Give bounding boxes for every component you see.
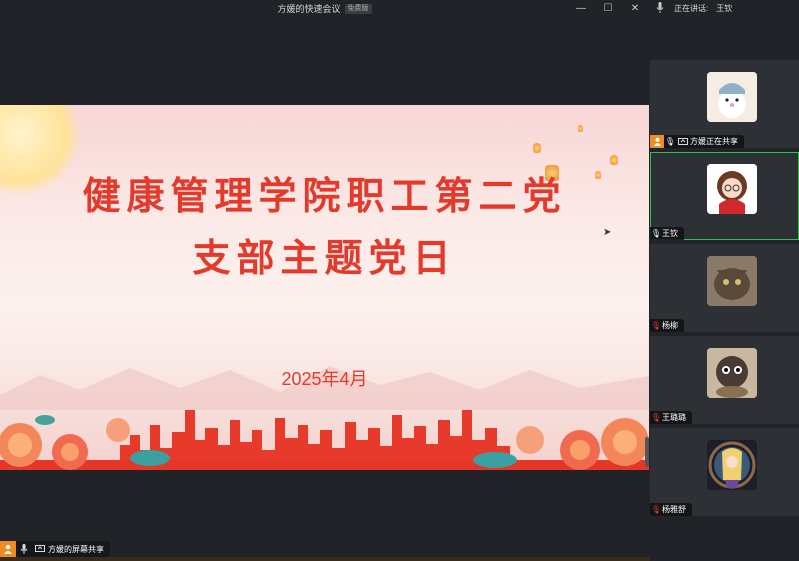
screen-share-label-text: 方媛的屏幕共享 xyxy=(48,544,104,554)
minimize-icon[interactable]: — xyxy=(570,0,592,17)
window-title: 方媛的快速会议 xyxy=(277,4,341,14)
participant-name: 王璐璐 xyxy=(662,413,686,422)
person-icon xyxy=(0,541,16,557)
speaking-indicator: 正在讲话: 王钦 xyxy=(650,0,799,17)
slide-date: 2025年4月 xyxy=(281,369,368,389)
lantern-icon xyxy=(533,143,541,153)
participant-nametag: 🎙 方媛正在共享 xyxy=(650,135,744,148)
peony-flowers-right xyxy=(473,418,649,470)
avatar xyxy=(707,348,757,398)
participant-tile-active[interactable]: 🎙 王钦 xyxy=(650,152,799,240)
microphone-muted-icon: 🎙 xyxy=(650,505,662,514)
avatar xyxy=(707,256,757,306)
microphone-icon xyxy=(656,2,664,15)
scrollbar-handle[interactable] xyxy=(645,437,649,467)
participant-name: 方媛正在共享 xyxy=(690,137,738,146)
participant-tile[interactable]: 🎙 方媛正在共享 xyxy=(650,60,799,148)
participant-name: 王钦 xyxy=(662,229,678,238)
participant-tile[interactable]: 🎙 杨柳 xyxy=(650,244,799,332)
presentation-slide: 健康管理学院职工第二党 支部主题党日 2025年4月 ➤ xyxy=(0,105,649,470)
participant-name: 杨雅舒 xyxy=(662,505,686,514)
avatar xyxy=(707,72,757,122)
participant-tile[interactable]: 🎙 杨雅舒 xyxy=(650,428,799,516)
mouse-cursor-icon: ➤ xyxy=(603,227,612,238)
microphone-icon xyxy=(16,541,32,557)
screen-share-label: 方媛的屏幕共享 xyxy=(0,541,110,557)
participant-tile[interactable]: 🎙 王璐璐 xyxy=(650,336,799,424)
avatar xyxy=(707,440,757,490)
lantern-icon xyxy=(578,125,583,132)
participant-nametag: 🎙 杨柳 xyxy=(650,319,684,332)
shared-screen-stage: 健康管理学院职工第二党 支部主题党日 2025年4月 ➤ xyxy=(0,17,649,559)
screen-share-icon xyxy=(676,135,690,148)
microphone-muted-icon: 🎙 xyxy=(650,413,662,422)
microphone-icon: 🎙 xyxy=(664,137,676,146)
speaking-name: 王钦 xyxy=(716,4,733,13)
slide-title-line2: 支部主题党日 xyxy=(192,235,457,280)
screen-share-icon xyxy=(32,541,48,557)
microphone-icon: 🎙 xyxy=(650,229,662,238)
participant-sidebar: 正在讲话: 王钦 🎙 方媛正在共享 🎙 王钦 🎙 杨柳 🎙 王璐璐 🎙 杨雅舒 xyxy=(650,0,799,561)
participant-nametag: 🎙 王璐璐 xyxy=(650,411,692,424)
slide-title-line1: 健康管理学院职工第二党 xyxy=(82,173,567,218)
window-title-bar: 方媛的快速会议 免费版 xyxy=(0,0,649,17)
microphone-muted-icon: 🎙 xyxy=(650,321,662,330)
plan-badge: 免费版 xyxy=(344,3,372,14)
participant-nametag: 🎙 王钦 xyxy=(650,227,684,240)
participant-nametag: 🎙 杨雅舒 xyxy=(650,503,692,516)
speaking-label: 正在讲话: xyxy=(674,4,709,13)
close-icon[interactable]: ✕ xyxy=(624,0,646,17)
peony-flowers-left xyxy=(0,415,170,470)
avatar xyxy=(707,164,757,214)
lantern-icon xyxy=(610,155,618,165)
maximize-icon[interactable]: ☐ xyxy=(597,0,619,17)
participant-name: 杨柳 xyxy=(662,321,678,330)
person-icon xyxy=(650,135,664,148)
